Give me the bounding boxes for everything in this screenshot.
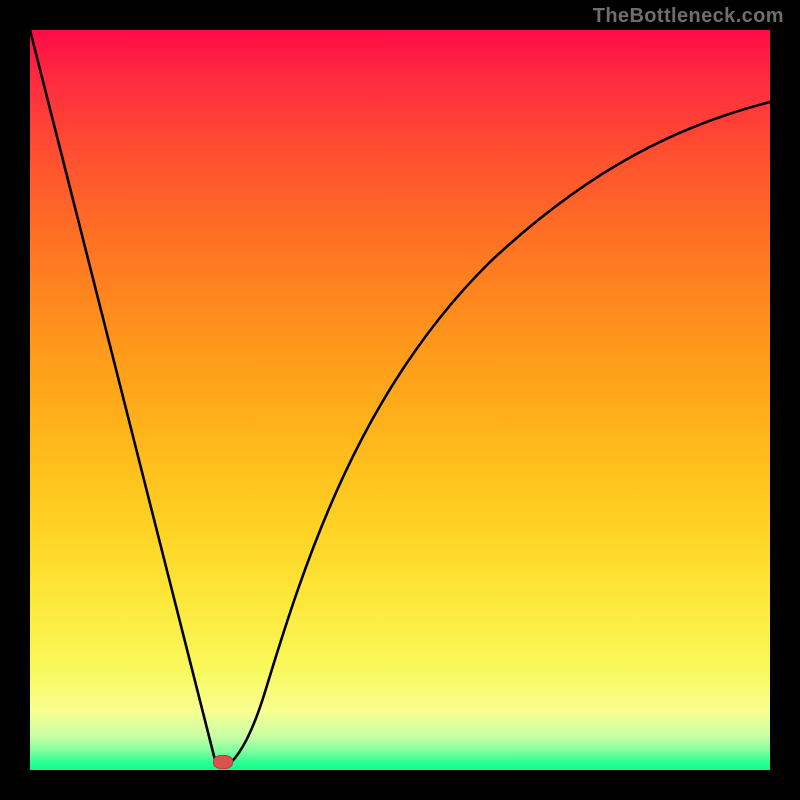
watermark-text: TheBottleneck.com <box>593 5 784 28</box>
plot-area <box>30 30 770 770</box>
curve-path <box>30 30 770 767</box>
optimal-marker <box>213 755 233 769</box>
chart-frame: TheBottleneck.com <box>0 0 800 800</box>
bottleneck-curve <box>30 30 770 770</box>
